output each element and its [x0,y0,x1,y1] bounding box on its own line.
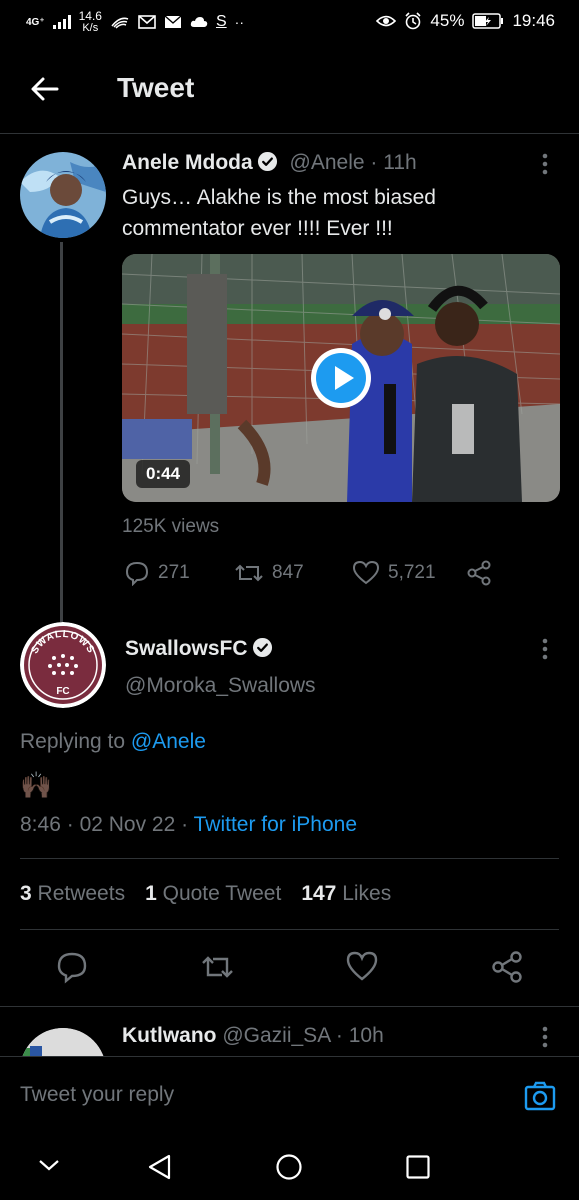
tweet-source-link[interactable]: Twitter for iPhone [194,813,357,836]
replying-to-line: Replying to @Anele [20,730,206,754]
mail-icon [164,15,182,28]
play-button-icon[interactable] [309,346,373,410]
camera-icon[interactable] [523,1079,557,1113]
heart-icon[interactable] [345,950,379,984]
home-circle-icon[interactable] [275,1153,303,1181]
system-nav-bar [0,1136,579,1200]
retweet-icon[interactable] [200,950,234,984]
next-author-name[interactable]: Kutlwano [122,1024,217,1047]
quote-tweets-stat-label: Quote Tweet [162,882,282,905]
reply-count: 271 [158,562,190,583]
tweet-meta: 8:46 · 02 Nov 22 · Twitter for iPhone [20,813,357,837]
network-indicator: 4G⁺ [26,16,45,28]
cloud-icon [190,17,208,27]
next-tweet-author-row: Kutlwano @Gazii_SA · 10h [122,1024,384,1048]
reply-action[interactable]: 271 [124,558,190,588]
author-avatar-image [20,152,106,238]
video-duration: 0:44 [136,460,191,488]
tweet-text: Guys… Alakhe is the most biased commenta… [122,186,436,240]
net-speed: 14.6 K/s [79,10,102,34]
next-tweet-time[interactable]: 10h [349,1024,384,1047]
replying-to-mention[interactable]: @Anele [131,730,206,753]
swallows-logo: SWALLOWS FC [20,622,106,708]
verified-badge-icon [257,151,277,172]
svg-text:FC: FC [56,686,69,697]
next-author-handle[interactable]: @Gazii_SA [222,1024,330,1047]
alarm-icon [405,12,421,30]
reply-input[interactable]: Tweet your reply [20,1083,174,1107]
tweet-stats: 3 Retweets 1 Quote Tweet 147 Likes [20,882,391,906]
battery-percent: 45% [430,11,465,30]
signal-icon [52,15,71,29]
swirl-notification-icon [111,17,129,29]
verified-badge-icon [252,637,272,658]
divider [20,858,559,859]
like-count: 5,721 [388,562,436,583]
net-speed-value: 14.6 [78,9,102,23]
reply-author-name[interactable]: SwallowsFC [125,637,248,660]
tweet-emoji-content: 🙌🏿 [20,770,53,800]
s-app-icon: S [215,13,227,30]
more-options-icon[interactable] [542,1026,548,1048]
tweet-time[interactable]: 11h [383,151,416,174]
like-action[interactable]: 5,721 [352,558,436,588]
more-options-icon[interactable] [542,153,548,175]
reply-icon [125,561,149,586]
divider [20,929,559,930]
author-avatar[interactable] [20,152,106,238]
reply-composer[interactable]: Tweet your reply [0,1056,579,1136]
tweet-time: 8:46 [20,813,61,836]
recents-square-icon[interactable] [405,1154,431,1180]
more-options-icon[interactable] [542,638,548,660]
author-name[interactable]: Anele Mdoda [122,151,253,174]
main-tweet-author-row: Anele Mdoda @Anele · 11h [122,151,522,175]
thread-connector-line [60,242,63,622]
retweet-action[interactable]: 847 [234,558,304,588]
net-speed-unit: K/s [82,22,99,34]
author-handle[interactable]: @Anele [290,151,365,174]
status-right: 45% 19:46 [376,11,555,31]
meta-separator: · [181,813,189,836]
next-avatar-image [20,1028,106,1056]
battery-icon [472,13,504,29]
quote-tweets-stat[interactable]: 1 Quote Tweet [145,882,281,906]
eye-comfort-icon [376,15,397,27]
likes-stat-label: Likes [342,882,392,905]
heart-icon [352,560,380,585]
video-views: 125K views [122,516,220,537]
reply-author-row: SwallowsFC [125,637,273,661]
retweets-stat-label: Retweets [37,882,126,905]
swallows-avatar[interactable]: SWALLOWS FC [20,622,106,708]
quote-tweets-stat-count: 1 [145,882,157,905]
back-arrow-icon[interactable] [28,72,62,106]
meta-separator: · [335,1024,343,1047]
more-notifications-icon: ·· [234,14,244,30]
likes-stat-count: 147 [301,882,337,905]
share-icon[interactable] [490,950,524,984]
clock-time: 19:46 [512,11,555,30]
next-tweet-preview[interactable]: Kutlwano @Gazii_SA · 10h [0,1008,579,1056]
back-triangle-icon[interactable] [146,1153,174,1181]
reply-icon[interactable] [55,950,89,984]
retweet-icon [235,564,263,582]
retweet-count: 847 [272,562,304,583]
reply-author-handle[interactable]: @Moroka_Swallows [125,674,316,698]
chevron-down-icon[interactable] [38,1158,60,1172]
divider [0,1006,579,1007]
retweets-stat[interactable]: 3 Retweets [20,882,125,906]
retweets-stat-count: 3 [20,882,32,905]
replying-to-prefix: Replying to [20,730,126,753]
meta-separator: · [66,813,74,836]
gmail-icon [138,15,156,29]
likes-stat[interactable]: 147 Likes [301,882,391,906]
next-tweet-avatar[interactable] [20,1028,106,1056]
status-left: 4G⁺ 14.6 K/s S ·· [26,10,244,34]
tweet-action-bar [0,950,579,990]
tweet-date: 02 Nov 22 [79,813,176,836]
tweet-header: Tweet [0,44,579,134]
share-icon[interactable] [466,560,492,586]
status-bar: 4G⁺ 14.6 K/s S ·· 45% 19:46 [0,0,579,44]
page-title: Tweet [117,72,195,103]
meta-separator: · [370,151,378,174]
